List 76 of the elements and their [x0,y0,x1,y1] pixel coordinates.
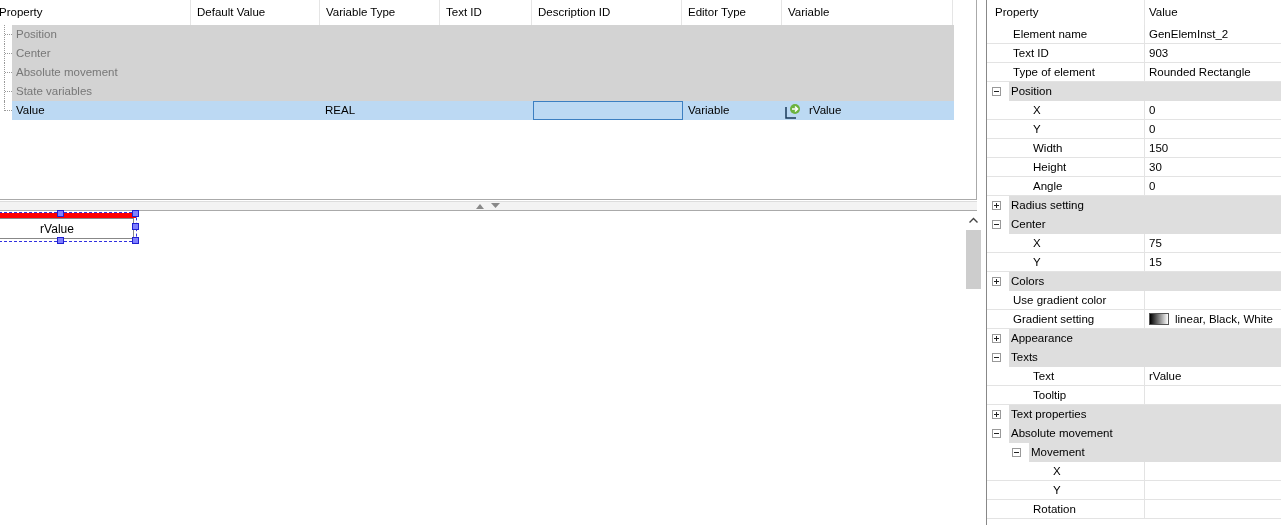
property-name: Angle [1033,180,1063,192]
element-label: rValue [40,221,74,236]
property-group[interactable]: Center [1009,215,1281,234]
expand-icon[interactable] [992,410,1001,419]
table-cell-text: Variable [688,103,730,118]
group-label: Appearance [1011,332,1074,344]
resize-handle[interactable] [57,237,64,244]
property-value[interactable]: 150 [1149,139,1169,157]
variable-link-icon [785,102,801,119]
input-field[interactable] [533,101,683,120]
group-label: Colors [1011,275,1045,287]
table-cell-text: Value [16,103,45,118]
group-label: Radius setting [1011,199,1084,211]
scrollbar-thumb[interactable] [966,230,981,289]
column-header[interactable]: Property [987,0,1144,25]
property-name: X [1033,237,1041,249]
collapse-icon[interactable] [992,429,1001,438]
property-value[interactable]: 15 [1149,253,1162,271]
resize-handle[interactable] [57,210,64,217]
collapse-arrows-icon[interactable] [475,203,500,209]
property-group[interactable]: Absolute movement [1009,424,1281,443]
group-label: Absolute movement [1011,427,1113,439]
collapse-icon[interactable] [992,87,1001,96]
property-name: Text ID [1013,47,1049,59]
property-group[interactable]: Colors [1009,272,1281,291]
property-group[interactable]: Movement [1029,443,1281,462]
table-row[interactable]: Value REAL Variable rValue [12,101,954,120]
group-label: Texts [1011,351,1038,363]
property-name: Tooltip [1033,389,1067,401]
property-value[interactable]: 0 [1149,120,1156,138]
property-group[interactable]: Texts [1009,348,1281,367]
property-group[interactable]: Appearance [1009,329,1281,348]
group-label: Position [1011,85,1052,97]
gradient-swatch [1149,313,1169,325]
property-value[interactable]: 0 [1149,101,1156,119]
table-cell-text: REAL [325,103,356,118]
table-cell-text: Center [16,46,51,61]
property-value[interactable]: rValue [1149,367,1182,385]
collapse-icon[interactable] [1012,448,1021,457]
property-name: Text [1033,370,1055,382]
property-name: Rotation [1033,503,1076,515]
property-value[interactable]: 0 [1149,177,1156,195]
table-cell-text: State variables [16,84,93,99]
expand-icon[interactable] [992,277,1001,286]
property-name: Height [1033,161,1067,173]
property-name: Element name [1013,28,1088,40]
property-name: Width [1033,142,1063,154]
property-name: Type of element [1013,66,1095,78]
group-label: Center [1011,218,1046,230]
property-name: Use gradient color [1013,294,1107,306]
property-group[interactable]: Position [1009,82,1281,101]
expand-icon[interactable] [992,201,1001,210]
table-cell-text: Position [16,27,57,42]
table-cell-text: rValue [809,103,842,118]
column-header[interactable]: Value [1144,0,1281,25]
property-name: Y [1033,123,1041,135]
group-label: Text properties [1011,408,1087,420]
property-group[interactable]: Text properties [1009,405,1281,424]
property-name: Gradient setting [1013,313,1095,325]
property-group[interactable]: Radius setting [1009,196,1281,215]
property-value[interactable]: 903 [1149,44,1169,62]
property-value[interactable]: linear, Black, White [1175,310,1273,328]
collapse-icon[interactable] [992,353,1001,362]
property-value[interactable]: 30 [1149,158,1162,176]
property-name: Y [1033,256,1041,268]
property-name: X [1033,104,1041,116]
property-value[interactable]: GenElemInst_2 [1149,25,1229,43]
property-value[interactable]: 75 [1149,234,1162,252]
scroll-up-icon[interactable] [969,217,978,223]
table-cell-text: Absolute movement [16,65,118,80]
collapse-icon[interactable] [992,220,1001,229]
expand-icon[interactable] [992,334,1001,343]
property-value[interactable]: Rounded Rectangle [1149,63,1251,81]
property-name: X [1053,465,1061,477]
group-label: Movement [1031,446,1085,458]
property-name: Y [1053,484,1061,496]
